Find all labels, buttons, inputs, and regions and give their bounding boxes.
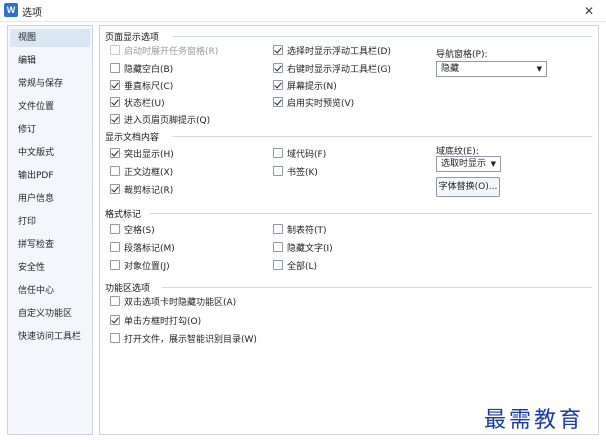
checkbox-vertical-ruler[interactable]: 垂直标尺(C) [110, 80, 173, 94]
checkbox-box[interactable] [110, 114, 120, 124]
checkbox-double-click-hide-ribbon[interactable]: 双击选项卡时隐藏功能区(A) [110, 296, 236, 310]
section-doc-content-heading: 显示文档内容 [105, 133, 160, 143]
checkbox-expand-task-pane[interactable]: 启动时展开任务窗格(R) [110, 45, 218, 59]
checkbox-box[interactable] [273, 97, 283, 107]
checkbox-box[interactable] [110, 184, 120, 194]
checkbox-box[interactable] [273, 45, 283, 55]
checkbox-box[interactable] [110, 260, 120, 270]
nav-pane-select[interactable]: 隐藏 ▼ [436, 61, 547, 77]
checkbox-box[interactable] [110, 166, 120, 176]
checkbox-header-footer-tip[interactable]: 进入页眉页脚提示(Q) [110, 114, 210, 128]
checkbox-highlight[interactable]: 突出显示(H) [110, 148, 174, 162]
chevron-down-icon: ▼ [536, 65, 542, 73]
checkbox-box[interactable] [110, 45, 120, 55]
checkbox-paragraph-marks[interactable]: 段落标记(M) [110, 242, 175, 256]
window-title: 选项 [22, 8, 42, 19]
checkbox-box[interactable] [110, 333, 120, 343]
checkbox-smart-toc[interactable]: 打开文件，展示智能识别目录(W) [110, 333, 257, 347]
wps-writer-icon: W [4, 3, 18, 17]
sidebar-item-print[interactable]: 打印 [10, 213, 90, 231]
font-replace-button[interactable]: 字体替换(O)... [436, 177, 500, 197]
checkbox-status-bar[interactable]: 状态栏(U) [110, 97, 165, 111]
checkbox-text-boundaries[interactable]: 正文边框(X) [110, 166, 173, 180]
checkbox-box[interactable] [273, 224, 283, 234]
sidebar-item-edit[interactable]: 编辑 [10, 52, 90, 70]
checkbox-box[interactable] [110, 80, 120, 90]
section-divider [172, 136, 592, 137]
section-divider [150, 213, 592, 214]
checkbox-box[interactable] [110, 63, 120, 73]
checkbox-floating-toolbar-rightclick[interactable]: 右键时显示浮动工具栏(G) [273, 63, 391, 77]
section-format-marks-heading: 格式标记 [105, 210, 142, 220]
section-ribbon-heading: 功能区选项 [105, 284, 151, 294]
sidebar-item-output-pdf[interactable]: 输出PDF [10, 167, 90, 185]
checkbox-screen-tips[interactable]: 屏幕提示(N) [273, 80, 337, 94]
checkbox-box[interactable] [273, 260, 283, 270]
checkbox-bookmarks[interactable]: 书签(K) [273, 166, 318, 180]
checkbox-box[interactable] [110, 97, 120, 107]
checkbox-box[interactable] [273, 63, 283, 73]
checkbox-object-anchors[interactable]: 对象位置(J) [110, 260, 170, 274]
watermark-text: 最需教育 [484, 408, 585, 433]
checkbox-box[interactable] [273, 80, 283, 90]
field-shading-select[interactable]: 选取时显示 ▼ [436, 156, 501, 172]
checkbox-live-preview[interactable]: 启用实时预览(V) [273, 97, 354, 111]
close-button[interactable]: ✕ [580, 2, 598, 20]
sidebar-item-spell-check[interactable]: 拼写检查 [10, 236, 90, 254]
sidebar-item-trust-center[interactable]: 信任中心 [10, 282, 90, 300]
checkbox-tab-characters[interactable]: 制表符(T) [273, 224, 327, 238]
checkbox-box[interactable] [273, 148, 283, 158]
chevron-down-icon: ▼ [490, 160, 496, 168]
checkbox-crop-marks[interactable]: 裁剪标记(R) [110, 184, 173, 198]
section-divider [172, 36, 592, 37]
checkbox-field-codes[interactable]: 域代码(F) [273, 148, 326, 162]
sidebar-item-chinese-layout[interactable]: 中文版式 [10, 144, 90, 162]
options-content: 页面显示选项 启动时展开任务窗格(R) 隐藏空白(B) 垂直标尺(C) 状态栏(… [99, 25, 599, 435]
sidebar-item-revision[interactable]: 修订 [10, 121, 90, 139]
sidebar-item-general-save[interactable]: 常规与保存 [10, 75, 90, 93]
section-page-display-heading: 页面显示选项 [105, 33, 160, 43]
sidebar-item-file-location[interactable]: 文件位置 [10, 98, 90, 116]
checkbox-box[interactable] [110, 242, 120, 252]
checkbox-hide-blank[interactable]: 隐藏空白(B) [110, 63, 173, 77]
checkbox-box[interactable] [110, 148, 120, 158]
checkbox-box[interactable] [273, 242, 283, 252]
sidebar-item-view[interactable]: 视图 [10, 29, 90, 47]
checkbox-all-marks[interactable]: 全部(L) [273, 260, 317, 274]
sidebar-item-user-info[interactable]: 用户信息 [10, 190, 90, 208]
options-sidebar: 视图 编辑 常规与保存 文件位置 修订 中文版式 输出PDF 用户信息 打印 拼… [7, 25, 93, 435]
section-divider [162, 287, 592, 288]
checkbox-floating-toolbar-select[interactable]: 选择时显示浮动工具栏(D) [273, 45, 391, 59]
checkbox-box[interactable] [110, 296, 120, 306]
sidebar-item-customize-ribbon[interactable]: 自定义功能区 [10, 305, 90, 323]
checkbox-box[interactable] [273, 166, 283, 176]
checkbox-hidden-text[interactable]: 隐藏文字(I) [273, 242, 333, 256]
sidebar-item-quick-access-toolbar[interactable]: 快速访问工具栏 [10, 328, 90, 346]
nav-pane-label: 导航窗格(P): [436, 50, 488, 60]
checkbox-box[interactable] [110, 315, 120, 325]
sidebar-item-security[interactable]: 安全性 [10, 259, 90, 277]
checkbox-click-to-check[interactable]: 单击方框时打勾(O) [110, 315, 201, 329]
title-bar: W 选项 ✕ [0, 0, 606, 22]
checkbox-spaces[interactable]: 空格(S) [110, 224, 155, 238]
checkbox-box[interactable] [110, 224, 120, 234]
